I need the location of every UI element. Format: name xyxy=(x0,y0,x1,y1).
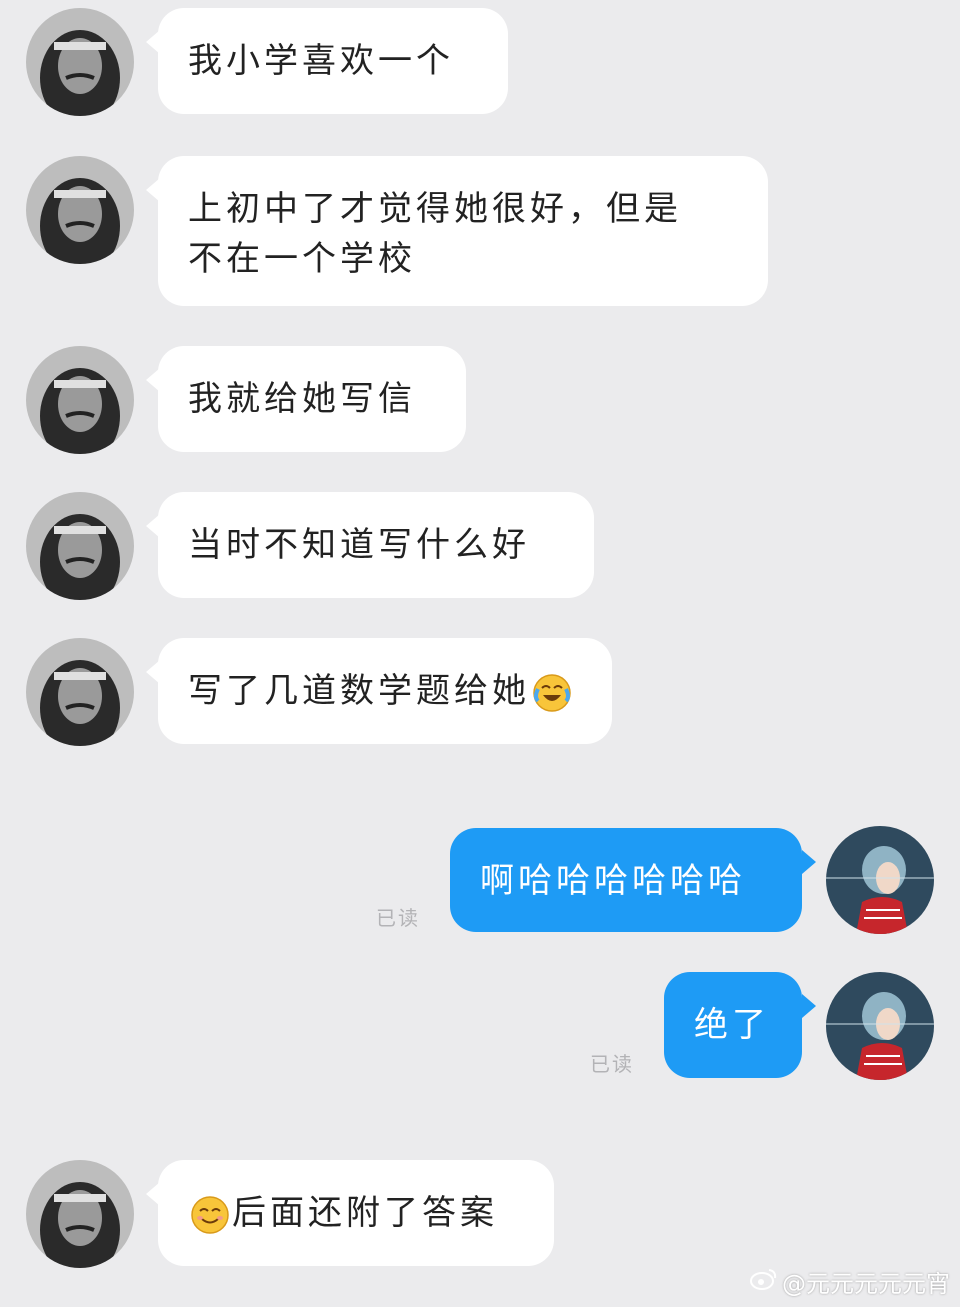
message-bubble[interactable]: 我小学喜欢一个 xyxy=(158,8,508,114)
message-bubble[interactable]: 上初中了才觉得她很好，但是 不在一个学校 xyxy=(158,156,768,306)
message-text: 我小学喜欢一个 xyxy=(188,41,454,81)
read-status: 已读 xyxy=(590,1052,634,1076)
message-text: 啊哈哈哈哈哈哈 xyxy=(480,861,746,901)
contact-avatar[interactable] xyxy=(26,346,134,454)
bubble-tail xyxy=(802,850,816,874)
message-text-line: 不在一个学校 xyxy=(188,239,416,279)
message-text: 写了几道数学题给她 xyxy=(188,671,530,711)
crying-laughing-emoji-icon xyxy=(532,673,572,713)
smiling-emoji-icon xyxy=(190,1195,230,1235)
message-text: 绝了 xyxy=(694,1005,770,1045)
user-avatar[interactable] xyxy=(826,826,934,934)
bubble-tail xyxy=(802,994,816,1018)
message-text: 我就给她写信 xyxy=(188,379,416,419)
contact-avatar[interactable] xyxy=(26,1160,134,1268)
watermark-text: @元元元元元宵 xyxy=(782,1270,950,1298)
message-bubble-outgoing[interactable]: 啊哈哈哈哈哈哈 xyxy=(450,828,802,932)
contact-avatar[interactable] xyxy=(26,638,134,746)
read-status: 已读 xyxy=(376,906,420,930)
user-avatar[interactable] xyxy=(826,972,934,1080)
message-text: 当时不知道写什么好 xyxy=(188,525,530,565)
message-text-line: 上初中了才觉得她很好，但是 xyxy=(188,189,682,229)
message-bubble[interactable]: 写了几道数学题给她 xyxy=(158,638,612,744)
message-bubble-outgoing[interactable]: 绝了 xyxy=(664,972,802,1078)
message-bubble[interactable]: 我就给她写信 xyxy=(158,346,466,452)
weibo-icon xyxy=(750,1267,778,1297)
chat-window: 我小学喜欢一个 上初中了才觉得她很好，但是 不在一个学校 我就给她写信 当时不知… xyxy=(0,0,960,1307)
message-bubble[interactable]: 后面还附了答案 xyxy=(158,1160,554,1266)
message-text: 后面还附了答案 xyxy=(232,1193,498,1233)
watermark: @元元元元元宵 xyxy=(750,1264,950,1299)
message-bubble[interactable]: 当时不知道写什么好 xyxy=(158,492,594,598)
contact-avatar[interactable] xyxy=(26,156,134,264)
contact-avatar[interactable] xyxy=(26,492,134,600)
contact-avatar[interactable] xyxy=(26,8,134,116)
